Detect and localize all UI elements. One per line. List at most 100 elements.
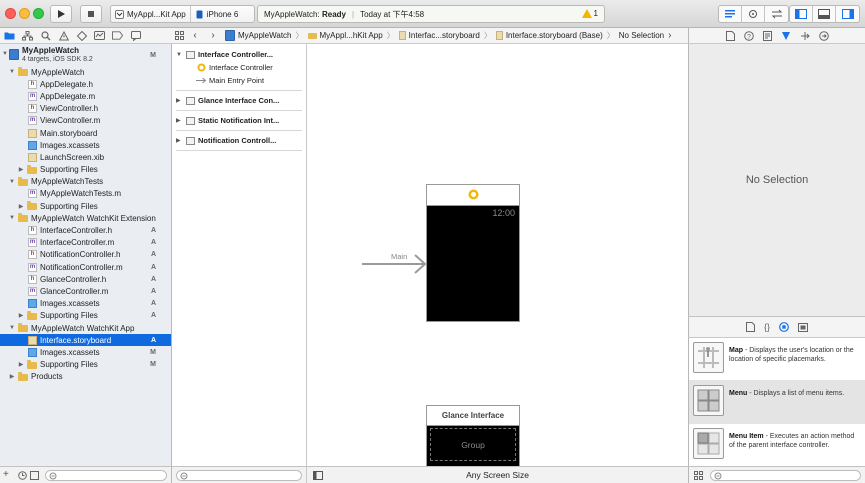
assistant-editor-button[interactable]: [742, 6, 765, 22]
scheme-device[interactable]: iPhone 6: [191, 6, 243, 22]
asset-catalog-icon: [28, 347, 37, 357]
breakpoint-navigator-tab[interactable]: [112, 30, 123, 41]
outline-scene-static-notification[interactable]: ▶ Static Notification Int...: [172, 114, 306, 127]
toggle-debug-button[interactable]: [813, 6, 836, 22]
nav-file-images-xcassets[interactable]: Images.xcassets: [0, 139, 171, 151]
chevron-right-icon[interactable]: ›: [668, 30, 671, 41]
file-template-library-icon[interactable]: [745, 322, 755, 332]
nav-file-interfacecontroller-m[interactable]: m InterfaceController.m A: [0, 237, 171, 249]
nav-item-label: MyAppleWatch WatchKit Extension: [31, 213, 156, 223]
nav-file-notificationcontroller-h[interactable]: h NotificationController.h A: [0, 249, 171, 261]
standard-editor-icon: [725, 10, 735, 18]
media-library-icon[interactable]: [798, 322, 808, 332]
nav-file-myapplewatchtests-m[interactable]: m MyAppleWatchTests.m: [0, 188, 171, 200]
library-filter-input[interactable]: [710, 470, 861, 481]
symbol-navigator-tab[interactable]: [22, 30, 33, 41]
object-library-icon[interactable]: [779, 322, 789, 332]
library-item-menu-item[interactable]: Menu Item - Executes an action method of…: [689, 424, 865, 466]
nav-file-images-xcassets[interactable]: Images.xcassets A: [0, 298, 171, 310]
report-navigator-tab[interactable]: [130, 30, 141, 41]
project-navigator-tab[interactable]: [4, 30, 15, 41]
nav-file-glancecontroller-h[interactable]: h GlanceController.h A: [0, 273, 171, 285]
nav-group-supporting-files[interactable]: ▶ Supporting Files: [0, 200, 171, 212]
debug-navigator-tab[interactable]: [94, 30, 105, 41]
close-window-button[interactable]: [5, 8, 16, 19]
outline-scene-glance[interactable]: ▶ Glance Interface Con...: [172, 94, 306, 107]
navigator-filter-input[interactable]: [45, 470, 167, 481]
outline-scene-interface-controller[interactable]: ▼ Interface Controller...: [172, 48, 306, 61]
attributes-inspector-icon[interactable]: [781, 31, 791, 41]
zoom-window-button[interactable]: [33, 8, 44, 19]
nav-group-supporting-files[interactable]: ▶ Supporting Files M: [0, 359, 171, 371]
quick-help-icon[interactable]: ?: [743, 30, 754, 41]
run-button[interactable]: [50, 5, 72, 23]
interface-controller-scene[interactable]: 12:00: [426, 205, 520, 322]
grid-view-icon[interactable]: [694, 471, 703, 480]
jumpbar-group[interactable]: MyAppl...hKit App: [305, 31, 386, 40]
issue-navigator-tab[interactable]: [58, 30, 69, 41]
nav-file-appdelegate-m[interactable]: m AppDelegate.m: [0, 90, 171, 102]
back-chevron-icon[interactable]: ‹: [186, 30, 204, 41]
glance-scene-header[interactable]: Glance Interface: [426, 405, 520, 426]
glance-group[interactable]: Group: [430, 428, 516, 461]
nav-file-glancecontroller-m[interactable]: m GlanceController.m A: [0, 285, 171, 297]
nav-file-interfacecontroller-h[interactable]: h InterfaceController.h A: [0, 224, 171, 236]
nav-file-launchscreen-xib[interactable]: LaunchScreen.xib: [0, 151, 171, 163]
nav-file-images-xcassets[interactable]: Images.xcassets M: [0, 346, 171, 358]
nav-file-appdelegate-h[interactable]: h AppDelegate.h: [0, 78, 171, 90]
toggle-utilities-button[interactable]: [836, 6, 859, 22]
nav-group-watchkit-app[interactable]: ▼ MyAppleWatch WatchKit App: [0, 322, 171, 334]
outline-filter-input[interactable]: [176, 470, 302, 481]
nav-group-myapplewatch[interactable]: ▼ MyAppleWatch: [0, 66, 171, 78]
scheme-selector[interactable]: MyAppl...Kit App iPhone 6: [110, 5, 255, 23]
forward-chevron-icon[interactable]: ›: [204, 30, 222, 41]
nav-file-notificationcontroller-m[interactable]: m NotificationController.m A: [0, 261, 171, 273]
nav-group-supporting-files[interactable]: ▶ Supporting Files A: [0, 310, 171, 322]
jumpbar-localization[interactable]: Interface.storyboard (Base): [493, 31, 606, 40]
nav-group-myapplewatchtests[interactable]: ▼ MyAppleWatchTests: [0, 176, 171, 188]
toggle-navigator-button[interactable]: [790, 6, 813, 22]
warning-indicator[interactable]: 1: [581, 9, 598, 18]
menu-item-icon: [693, 428, 724, 459]
nav-file-viewcontroller-m[interactable]: m ViewController.m: [0, 115, 171, 127]
nav-item-project[interactable]: ▼ MyAppleWatch 4 targets, iOS SDK 8.2 M: [0, 44, 171, 66]
identity-inspector-icon[interactable]: [762, 30, 772, 41]
jumpbar-file[interactable]: Interfac...storyboard: [396, 31, 483, 40]
library-item-menu[interactable]: Menu - Displays a list of menu items.: [689, 381, 865, 424]
minimize-window-button[interactable]: [19, 8, 30, 19]
nav-file-main-storyboard[interactable]: Main.storyboard: [0, 127, 171, 139]
outline-scene-notification-controller[interactable]: ▶ Notification Controll...: [172, 134, 306, 147]
test-navigator-tab[interactable]: [76, 30, 87, 41]
outline-item-main-entry-point[interactable]: Main Entry Point: [172, 74, 306, 87]
nav-group-products[interactable]: ▶ Products: [0, 371, 171, 383]
stop-button[interactable]: [80, 5, 102, 23]
jumpbar-project[interactable]: MyAppleWatch: [222, 30, 295, 41]
find-navigator-tab[interactable]: [40, 30, 51, 41]
interface-controller-scene-dock[interactable]: [426, 184, 520, 206]
outline-scene-label: Notification Controll...: [198, 136, 277, 145]
library-item-map[interactable]: Map - Displays the user's location or th…: [689, 338, 865, 381]
size-class-button[interactable]: Any Screen Size: [466, 470, 529, 480]
recent-files-icon[interactable]: [18, 471, 27, 480]
scheme-target[interactable]: MyAppl...Kit App: [111, 6, 190, 22]
file-inspector-icon[interactable]: [725, 30, 735, 41]
version-editor-button[interactable]: [765, 6, 788, 22]
add-icon[interactable]: +: [3, 469, 9, 480]
outline-item-interface-controller[interactable]: Interface Controller: [172, 61, 306, 74]
nav-file-viewcontroller-h[interactable]: h ViewController.h: [0, 103, 171, 115]
nav-item-label: Products: [31, 372, 63, 382]
jumpbar-selection[interactable]: No Selection: [616, 31, 667, 40]
glance-interface-scene[interactable]: Group: [426, 425, 520, 466]
toggle-outline-icon[interactable]: [313, 471, 323, 480]
map-icon: [693, 342, 724, 373]
connections-inspector-icon[interactable]: [818, 30, 829, 41]
scm-filter-icon[interactable]: [30, 471, 39, 480]
standard-editor-button[interactable]: [719, 6, 742, 22]
nav-group-supporting-files[interactable]: ▶ Supporting Files: [0, 164, 171, 176]
nav-file-interface-storyboard[interactable]: Interface.storyboard A: [0, 334, 171, 347]
storyboard-canvas[interactable]: Main 12:00 Glance Interface Group: [307, 44, 688, 466]
size-inspector-icon[interactable]: [800, 31, 810, 41]
code-snippet-library-icon[interactable]: {}: [764, 322, 770, 332]
related-items-icon[interactable]: [172, 31, 186, 40]
nav-group-watchkit-extension[interactable]: ▼ MyAppleWatch WatchKit Extension: [0, 212, 171, 224]
